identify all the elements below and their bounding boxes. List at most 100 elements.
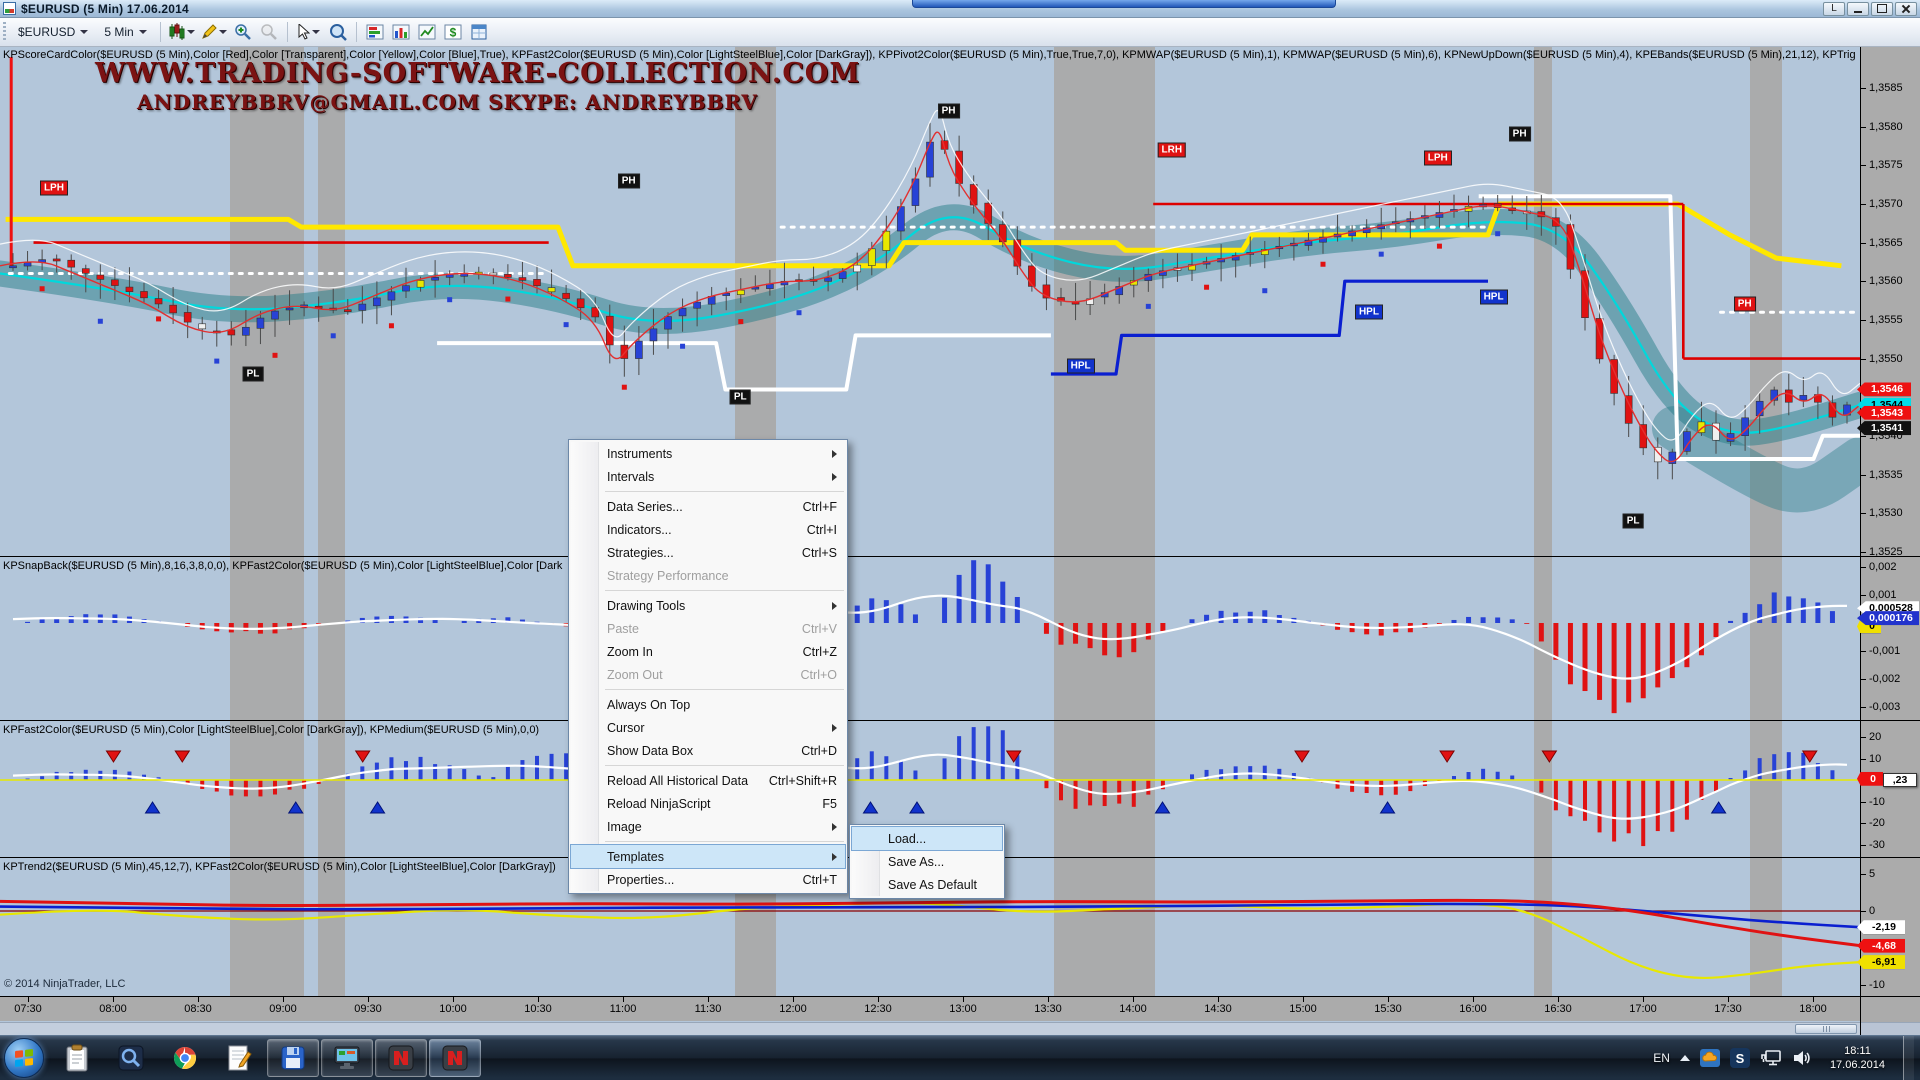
menu-item-drawing-tools[interactable]: Drawing Tools [571,594,845,617]
resize-grip[interactable] [1860,1022,1920,1035]
toolbar-grip[interactable] [3,22,6,42]
price-marker-4-68: -4,68 [1857,939,1905,953]
time-axis[interactable]: 07:3008:0008:3009:0009:3010:0010:3011:00… [0,997,1860,1021]
zoom-out-button[interactable] [256,20,282,44]
start-button[interactable] [4,1038,44,1078]
menu-item-instruments[interactable]: Instruments [571,442,845,465]
show-desktop-button[interactable] [1903,1036,1914,1080]
instrument-label: $EURUSD [18,25,75,39]
menu-item-label: Templates [607,850,664,864]
network-tray-icon[interactable] [1760,1049,1782,1067]
menu-item-label: Save As Default [888,878,977,892]
background-window-strip[interactable] [912,0,1336,8]
taskbar-ninjatrader2-button[interactable] [429,1039,481,1077]
submenu-item-load[interactable]: Load... [852,827,1002,850]
time-tick-label: 18:00 [1799,1003,1827,1015]
skype-tray-icon[interactable]: S [1730,1048,1750,1068]
time-tick-label: 08:00 [99,1003,127,1015]
menu-item-show-data-box[interactable]: Show Data BoxCtrl+D [571,739,845,762]
menu-item-always-on-top[interactable]: Always On Top [571,693,845,716]
crosshair-button[interactable] [325,20,351,44]
scrollbar-handle[interactable] [1795,1024,1857,1034]
chart-toolbar: $EURUSD 5 Min [0,18,1920,47]
chart-trader-button[interactable] [414,20,440,44]
menu-item-zoom-out[interactable]: Zoom OutCtrl+O [571,663,845,686]
menu-item-strategies[interactable]: Strategies...Ctrl+S [571,541,845,564]
cloud-tray-icon[interactable] [1700,1048,1720,1068]
menu-item-image[interactable]: Image [571,815,845,838]
chevron-down-icon [80,30,88,34]
submenu-arrow-icon [832,473,837,481]
axis-tick-label: 1,3535 [1869,469,1903,481]
svg-text:$: $ [449,26,456,40]
drawing-tools-button[interactable] [198,20,230,44]
menu-shortcut: Ctrl+Shift+R [751,774,837,788]
submenu-item-save-as[interactable]: Save As... [852,850,1002,873]
menu-item-templates[interactable]: Templates [571,845,845,868]
interval-dropdown[interactable]: 5 Min [96,21,154,43]
menu-item-zoom-in[interactable]: Zoom InCtrl+Z [571,640,845,663]
minimize-button[interactable] [1847,2,1869,16]
axis-tick-label: 1,3575 [1869,159,1903,171]
menu-item-label: Strategies... [607,546,674,560]
pivot-label-pl: PL [730,390,751,405]
menu-shortcut: Ctrl+V [784,622,837,636]
taskbar-clipboard-button[interactable] [51,1039,103,1077]
taskbar-save-button[interactable] [267,1039,319,1077]
zoom-in-button[interactable] [230,20,256,44]
time-tick-label: 14:00 [1119,1003,1147,1015]
zoom-out-icon [260,23,278,41]
data-box-icon [470,23,488,41]
price-marker-1-3546: 1,3546 [1857,382,1911,396]
taskbar-chrome-button[interactable] [159,1039,211,1077]
axis-tick-label: -30 [1869,839,1885,851]
close-button[interactable] [1895,2,1917,16]
volume-tray-icon[interactable] [1792,1049,1812,1067]
pivot-label-pl: PL [1623,513,1644,528]
menu-item-label: Properties... [607,873,674,887]
submenu-arrow-icon [832,450,837,458]
instrument-dropdown[interactable]: $EURUSD [10,21,96,43]
horizontal-scrollbar[interactable] [0,1022,1860,1035]
language-indicator[interactable]: EN [1653,1051,1670,1065]
time-tick-label: 10:30 [524,1003,552,1015]
account-button[interactable]: $ [440,20,466,44]
menu-shortcut: Ctrl+I [789,523,837,537]
taskbar-notepad-button[interactable] [213,1039,265,1077]
price-chart-panel[interactable] [0,47,1860,556]
chart-style-button[interactable] [166,20,198,44]
time-tick-label: 09:00 [269,1003,297,1015]
menu-item-label: Cursor [607,721,645,735]
maximize-button[interactable] [1871,2,1893,16]
market-analyzer-button[interactable] [362,20,388,44]
cursor-button[interactable] [293,20,325,44]
taskbar-ninjatrader1-button[interactable] [375,1039,427,1077]
menu-item-paste[interactable]: Paste Ctrl+V [571,617,845,640]
chevron-down-icon [187,30,195,34]
menu-item-indicators[interactable]: Indicators...Ctrl+I [571,518,845,541]
menu-item-cursor[interactable]: Cursor [571,716,845,739]
data-box-button[interactable] [466,20,492,44]
menu-item-label: Drawing Tools [607,599,685,613]
ninjatrader-icon [442,1045,468,1071]
menu-item-properties[interactable]: Properties...Ctrl+T [571,868,845,891]
menu-item-reload-ninjascript[interactable]: Reload NinjaScriptF5 [571,792,845,815]
tray-expand-icon[interactable] [1680,1055,1690,1061]
chart-button[interactable] [388,20,414,44]
menu-item-intervals[interactable]: Intervals [571,465,845,488]
time-tick-label: 08:30 [184,1003,212,1015]
price-marker-6-91: -6,91 [1857,955,1905,969]
kpsnapback-panel[interactable] [0,557,1860,720]
taskbar-display-button[interactable] [321,1039,373,1077]
menu-item-reload-all-historical-data[interactable]: Reload All Historical DataCtrl+Shift+R [571,769,845,792]
menu-shortcut: Ctrl+F [785,500,837,514]
menu-item-data-series[interactable]: Data Series...Ctrl+F [571,495,845,518]
submenu-arrow-icon [832,602,837,610]
menu-item-label: Paste [607,622,639,636]
lock-button[interactable]: L [1823,2,1845,16]
submenu-item-save-as-default[interactable]: Save As Default [852,873,1002,896]
menu-item-strategy-performance[interactable]: Strategy Performance [571,564,845,587]
taskbar-search-button[interactable] [105,1039,157,1077]
ninjatrader-icon [388,1045,414,1071]
taskbar-clock[interactable]: 18:11 17.06.2014 [1822,1044,1893,1072]
